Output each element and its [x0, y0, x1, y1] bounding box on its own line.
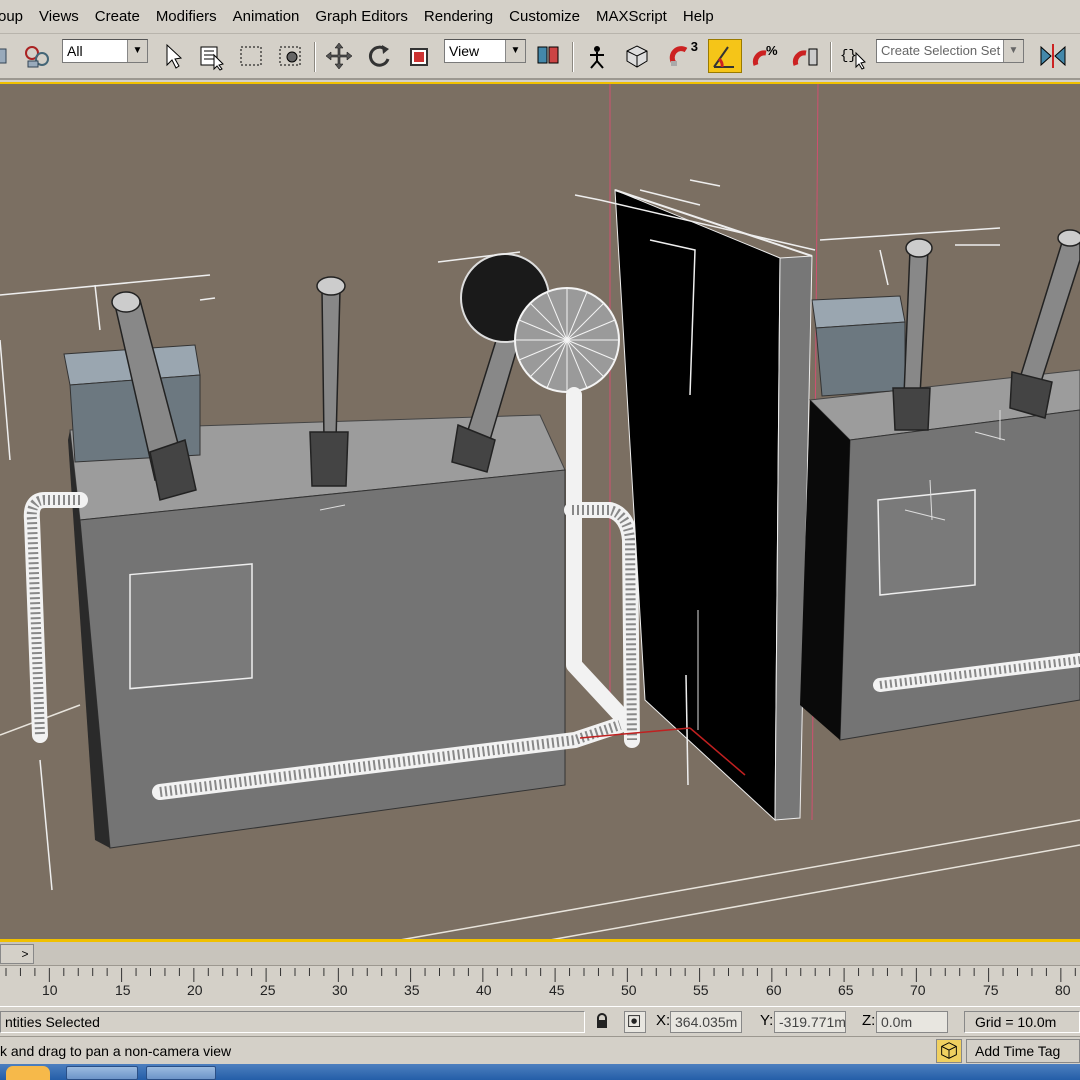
tick-label: 75	[983, 982, 999, 998]
tick-label: 25	[260, 982, 276, 998]
chevron-down-icon: ▼	[505, 40, 525, 62]
toolbar-separator	[830, 42, 832, 72]
unlink-icon[interactable]	[20, 39, 54, 73]
window-crossing-icon[interactable]	[274, 39, 308, 73]
reference-coord-value: View	[449, 43, 480, 59]
app-window: oup Views Create Modifiers Animation Gra…	[0, 0, 1080, 1080]
menu-views[interactable]: Views	[31, 0, 87, 34]
chevron-down-icon: ▼	[127, 40, 147, 62]
tick-label: 20	[187, 982, 203, 998]
selection-set-dropdown[interactable]: Create Selection Set ▼	[876, 39, 1024, 63]
tick-label: 80	[1055, 982, 1071, 998]
select-by-name-icon[interactable]	[194, 39, 228, 73]
menu-bar: oup Views Create Modifiers Animation Gra…	[0, 0, 1080, 34]
y-coordinate-field[interactable]: -319.771m	[774, 1011, 846, 1033]
prompt-bar: k and drag to pan a non-camera view Add …	[0, 1036, 1080, 1064]
menu-modifiers[interactable]: Modifiers	[148, 0, 225, 34]
pivot-icon[interactable]	[532, 39, 566, 73]
tick-label: 30	[332, 982, 348, 998]
taskbar-app-button[interactable]	[66, 1066, 138, 1080]
angle-snap-icon[interactable]	[708, 39, 742, 73]
transformer-right	[800, 229, 1080, 741]
tick-label: 60	[766, 982, 782, 998]
x-coordinate-field[interactable]: 364.035m	[670, 1011, 742, 1033]
taskbar-app-button[interactable]	[146, 1066, 216, 1080]
move-icon[interactable]	[322, 39, 356, 73]
tick-label: 10	[42, 982, 58, 998]
menu-customize[interactable]: Customize	[501, 0, 588, 34]
toolbar-separator	[314, 42, 316, 72]
percent-snap-icon[interactable]: %	[750, 39, 784, 73]
tick-label: 15	[115, 982, 131, 998]
lock-icon[interactable]	[594, 1013, 610, 1029]
tick-label: 35	[404, 982, 420, 998]
tick-label: 65	[838, 982, 854, 998]
track-bar[interactable]: 10 15 20 25 30 35 40 45 50 55 60 65 70 7…	[0, 966, 1080, 1006]
reference-coord-dropdown[interactable]: View ▼	[444, 39, 526, 63]
tick-label: 70	[910, 982, 926, 998]
menu-group[interactable]: oup	[0, 0, 31, 34]
time-slider-handle[interactable]: >	[0, 944, 34, 964]
named-selection-icon[interactable]: {}	[836, 39, 870, 73]
manipulate-icon[interactable]	[580, 39, 614, 73]
menu-maxscript[interactable]: MAXScript	[588, 0, 675, 34]
transformer-left	[23, 253, 640, 849]
selection-set-placeholder: Create Selection Set	[881, 43, 1001, 58]
perspective-viewport[interactable]	[0, 82, 1080, 940]
chevron-right-icon[interactable]: >	[17, 947, 33, 961]
toolbar-separator	[572, 42, 574, 72]
scene-canvas	[0, 82, 1080, 940]
menu-rendering[interactable]: Rendering	[416, 0, 501, 34]
selection-filter-value: All	[67, 43, 83, 59]
svg-text:{}: {}	[840, 48, 857, 64]
absolute-mode-icon[interactable]	[624, 1011, 646, 1033]
menu-help[interactable]: Help	[675, 0, 722, 34]
start-icon[interactable]	[6, 1066, 50, 1080]
menu-graph-editors[interactable]: Graph Editors	[307, 0, 416, 34]
rotate-icon[interactable]	[362, 39, 396, 73]
select-link-icon[interactable]	[0, 39, 20, 73]
grid-size-display: Grid = 10.0m	[964, 1011, 1080, 1033]
menu-create[interactable]: Create	[87, 0, 148, 34]
prompt-text: k and drag to pan a non-camera view	[0, 1043, 232, 1059]
wall-panel	[614, 189, 813, 822]
tick-label: 55	[693, 982, 709, 998]
selection-status: ntities Selected	[0, 1011, 585, 1033]
snap-dimension-label: 3	[690, 39, 698, 54]
menu-animation[interactable]: Animation	[225, 0, 308, 34]
time-tag-icon[interactable]	[936, 1039, 962, 1063]
status-bar: ntities Selected X: 364.035m Y: -319.771…	[0, 1006, 1080, 1036]
tick-label: 45	[549, 982, 565, 998]
add-time-tag-button[interactable]: Add Time Tag	[966, 1039, 1080, 1063]
tick-label: 40	[476, 982, 492, 998]
snaps-toggle-icon[interactable]: 3	[666, 39, 700, 73]
rect-region-icon[interactable]	[234, 39, 268, 73]
time-slider[interactable]: >	[0, 942, 1080, 966]
z-label: Z:	[862, 1012, 876, 1029]
select-icon[interactable]	[156, 39, 190, 73]
main-toolbar: All ▼ View ▼ 3 % {} Create Selection Set…	[0, 34, 1080, 80]
keyboard-shortcut-icon[interactable]	[620, 39, 654, 73]
mirror-tool-icon[interactable]	[1036, 39, 1070, 73]
spinner-snap-icon[interactable]	[790, 39, 824, 73]
z-coordinate-field[interactable]: 0.0m	[876, 1011, 948, 1033]
selection-filter-dropdown[interactable]: All ▼	[62, 39, 148, 63]
x-label: X:	[656, 1012, 671, 1029]
chevron-down-icon: ▼	[1003, 40, 1023, 62]
os-taskbar	[0, 1064, 1080, 1080]
scale-icon[interactable]	[402, 39, 436, 73]
y-label: Y:	[760, 1012, 774, 1029]
tick-label: 50	[621, 982, 637, 998]
svg-text:%: %	[766, 43, 778, 58]
